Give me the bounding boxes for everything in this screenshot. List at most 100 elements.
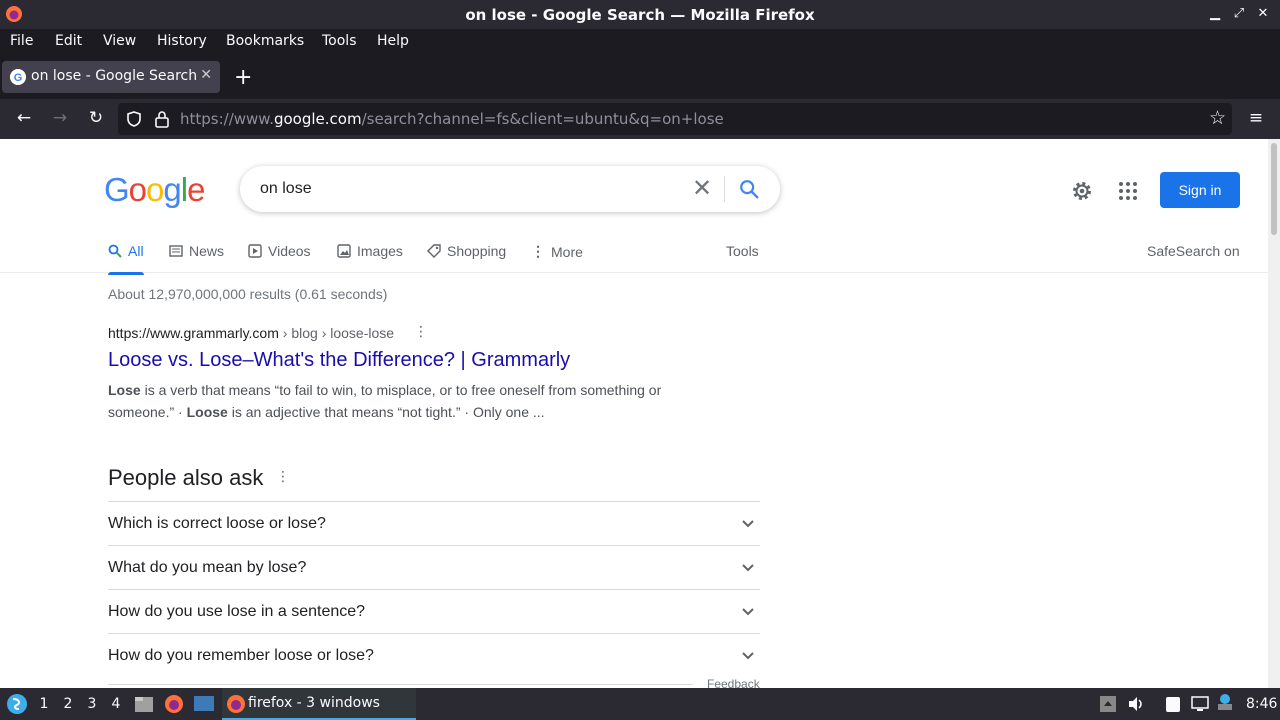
desktop-icon[interactable] (193, 694, 215, 714)
menu-history[interactable]: History (157, 33, 207, 49)
tab-videos-label: Videos (268, 243, 311, 259)
search-icon (108, 244, 122, 258)
menu-edit[interactable]: Edit (55, 33, 82, 49)
tab-more[interactable]: ⋮ More (531, 243, 583, 260)
clipboard-icon[interactable] (1164, 695, 1182, 713)
forward-icon[interactable]: → (49, 108, 71, 130)
tab-google-search[interactable]: G on lose - Google Search ✕ (2, 61, 220, 93)
lock-icon[interactable] (154, 110, 170, 128)
safesearch-status[interactable]: SafeSearch on (1147, 243, 1240, 259)
back-icon[interactable]: ← (13, 108, 35, 130)
search-icon[interactable] (738, 178, 760, 200)
video-icon (248, 244, 262, 258)
maximize-icon[interactable]: ⤢ (1232, 6, 1246, 21)
tab-more-label: More (551, 243, 583, 260)
tab-shopping[interactable]: Shopping (427, 243, 506, 259)
start-menu-icon[interactable] (6, 693, 28, 715)
chevron-down-icon (742, 652, 754, 660)
paa-question[interactable]: How do you remember loose or lose? (108, 633, 760, 677)
taskbar: 1 2 3 4 firefox - 3 windows 8:46 (0, 688, 1280, 720)
snippet-bold-1: Lose (108, 382, 141, 398)
scrollbar-thumb[interactable] (1271, 143, 1277, 235)
close-tab-icon[interactable]: ✕ (200, 67, 212, 83)
notification-icon[interactable] (1216, 693, 1234, 711)
tab-images[interactable]: Images (337, 243, 403, 259)
paa-question-text: What do you mean by lose? (108, 559, 307, 576)
snippet-text-2: is an adjective that means “not tight.” … (227, 404, 545, 420)
menu-tools[interactable]: Tools (322, 33, 357, 49)
tag-icon (427, 244, 441, 258)
image-icon (337, 244, 351, 258)
hamburger-menu-icon[interactable]: ≡ (1245, 108, 1267, 130)
paa-question-text: How do you remember loose or lose? (108, 647, 374, 664)
menu-bookmarks[interactable]: Bookmarks (226, 33, 304, 49)
tab-news[interactable]: News (169, 243, 224, 259)
url-bar[interactable]: https://www.google.com/search?channel=fs… (118, 103, 1232, 135)
paa-more-vert-icon[interactable]: ⋮ (276, 469, 290, 485)
taskbar-firefox-task[interactable]: firefox - 3 windows (222, 688, 416, 720)
chevron-down-icon (742, 608, 754, 616)
paa-question[interactable]: How do you use lose in a sentence? (108, 589, 760, 633)
google-logo[interactable]: Google (104, 171, 205, 209)
bookmark-star-icon[interactable]: ☆ (1209, 107, 1226, 129)
result-cite[interactable]: https://www.grammarly.com › blog › loose… (108, 325, 394, 341)
window-title: on lose - Google Search — Mozilla Firefo… (465, 6, 815, 24)
paa-question-text: How do you use lose in a sentence? (108, 603, 366, 620)
feedback-link[interactable]: Feedback (707, 677, 760, 688)
chevron-down-icon (742, 520, 754, 528)
workspace-2[interactable]: 2 (61, 696, 75, 712)
settings-gear-icon[interactable] (1070, 179, 1094, 203)
results-count: About 12,970,000,000 results (0.61 secon… (108, 286, 388, 302)
result-more-vert-icon[interactable]: ⋮ (414, 324, 428, 340)
close-window-icon[interactable]: ✕ (1256, 6, 1270, 21)
result-snippet: Lose is a verb that means “to fail to wi… (108, 379, 688, 423)
taskbar-task-label: firefox - 3 windows (248, 695, 380, 711)
page-scrollbar[interactable] (1268, 139, 1280, 688)
workspace-3[interactable]: 3 (85, 696, 99, 712)
firefox-icon (227, 695, 245, 713)
network-icon[interactable] (1191, 695, 1209, 713)
menu-view[interactable]: View (103, 33, 136, 49)
shield-icon[interactable] (125, 110, 143, 128)
news-icon (169, 245, 183, 257)
google-apps-icon[interactable] (1118, 181, 1138, 201)
firefox-launcher-icon[interactable] (164, 694, 184, 714)
new-tab-icon[interactable]: + (234, 65, 252, 90)
paa-question[interactable]: Which is correct loose or lose? (108, 501, 760, 545)
tab-videos[interactable]: Videos (248, 243, 311, 259)
menu-help[interactable]: Help (377, 33, 409, 49)
search-input[interactable] (260, 176, 680, 202)
result-site: https://www.grammarly.com (108, 325, 279, 341)
sign-in-button[interactable]: Sign in (1160, 172, 1240, 208)
tab-news-label: News (189, 243, 225, 259)
tray-arrow-icon[interactable] (1099, 695, 1117, 713)
search-divider (724, 176, 725, 202)
tab-bar: G on lose - Google Search ✕ + (0, 55, 1280, 99)
volume-icon[interactable] (1127, 695, 1145, 713)
more-vert-icon: ⋮ (531, 243, 545, 259)
search-tabs: All News Videos Images Shopping ⋮ More T… (0, 234, 1268, 275)
google-results-page: Google ✕ Sign in All News (0, 139, 1268, 688)
tab-images-label: Images (357, 243, 403, 259)
snippet-bold-2: Loose (186, 404, 228, 420)
result-title-link[interactable]: Loose vs. Lose–What's the Difference? | … (108, 349, 570, 372)
paa-question[interactable]: What do you mean by lose? (108, 545, 760, 589)
menu-file[interactable]: File (10, 33, 33, 49)
google-favicon-icon: G (10, 69, 26, 85)
tools-button[interactable]: Tools (726, 243, 759, 259)
people-also-ask-title: People also ask (108, 465, 264, 490)
clock[interactable]: 8:46 (1246, 696, 1277, 712)
tab-all[interactable]: All (108, 243, 144, 275)
file-manager-icon[interactable] (134, 694, 154, 714)
window-titlebar: on lose - Google Search — Mozilla Firefo… (0, 0, 1280, 29)
tab-all-label: All (128, 243, 144, 259)
workspace-1[interactable]: 1 (37, 696, 51, 712)
reload-icon[interactable]: ↻ (85, 108, 107, 130)
clear-search-icon[interactable]: ✕ (692, 174, 712, 202)
minimize-icon[interactable]: ▁ (1208, 6, 1222, 21)
chevron-down-icon (742, 564, 754, 572)
paa-bottom-divider (108, 684, 693, 685)
url-text[interactable]: https://www.google.com/search?channel=fs… (180, 110, 724, 128)
result-path: › blog › loose-lose (278, 325, 395, 341)
workspace-4[interactable]: 4 (109, 696, 123, 712)
